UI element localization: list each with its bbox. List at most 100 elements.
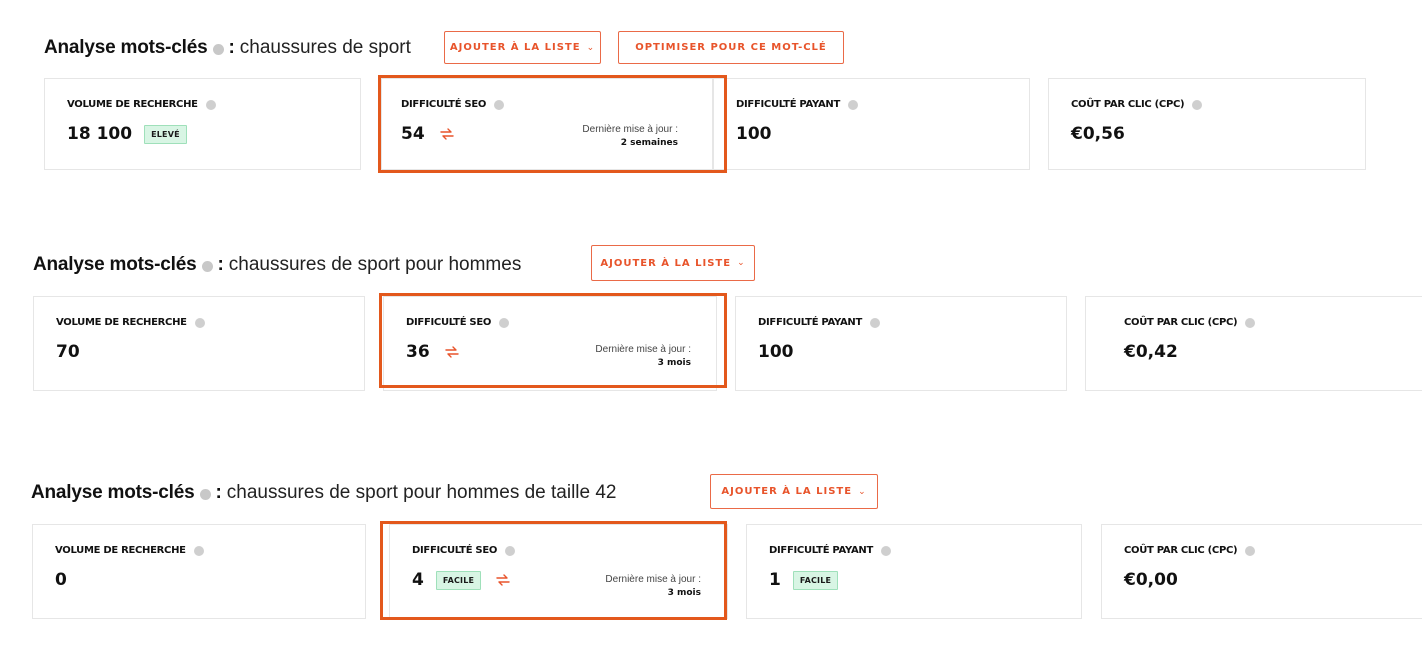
card-value: 100 <box>758 342 794 362</box>
section-header: Analyse mots-clés : chaussures de sport … <box>33 254 521 276</box>
card-label-text: VOLUME DE RECHERCHE <box>55 545 186 556</box>
card-value: 4 FACILE <box>412 570 511 590</box>
card-label: DIFFICULTÉ SEO <box>412 545 516 556</box>
card-value: 36 <box>406 342 460 362</box>
help-icon[interactable] <box>494 99 505 110</box>
last-updated-label: Dernière mise à jour : <box>582 124 678 135</box>
card-label-text: DIFFICULTÉ SEO <box>412 545 498 556</box>
volume-value: 70 <box>56 342 80 362</box>
seo-difficulty-card: DIFFICULTÉ SEO 36 Dernière mise à jour :… <box>383 296 717 391</box>
add-to-list-label: AJOUTER À LA LISTE <box>600 257 732 269</box>
last-updated-value: 3 mois <box>657 358 691 368</box>
add-to-list-button[interactable]: AJOUTER À LA LISTE ⌄ <box>710 474 878 509</box>
cpc-card: COÛT PAR CLIC (CPC) €0,00 <box>1101 524 1422 619</box>
section-header: Analyse mots-clés : chaussures de sport … <box>31 482 617 504</box>
add-to-list-button[interactable]: AJOUTER À LA LISTE ⌄ <box>591 245 755 281</box>
add-to-list-button[interactable]: AJOUTER À LA LISTE ⌄ <box>444 31 601 64</box>
keyword-text: chaussures de sport pour hommes de taill… <box>226 482 617 503</box>
help-icon[interactable] <box>870 317 881 328</box>
help-icon[interactable] <box>193 545 204 556</box>
refresh-icon[interactable] <box>444 345 460 359</box>
cpc-value: €0,42 <box>1124 342 1178 362</box>
keyword-text: chaussures de sport pour hommes <box>228 254 522 275</box>
card-value: 100 <box>736 124 772 144</box>
add-to-list-label: AJOUTER À LA LISTE <box>449 42 581 53</box>
help-icon[interactable] <box>848 99 859 110</box>
help-icon[interactable] <box>1245 545 1256 556</box>
last-updated-label: Dernière mise à jour : <box>605 574 701 585</box>
card-label-text: COÛT PAR CLIC (CPC) <box>1124 545 1238 556</box>
card-label-text: DIFFICULTÉ PAYANT <box>769 545 874 556</box>
chevron-down-icon: ⌄ <box>858 486 867 497</box>
search-volume-card: VOLUME DE RECHERCHE 18 100 ELEVÉ <box>44 78 361 170</box>
card-label-text: DIFFICULTÉ SEO <box>401 99 487 110</box>
card-label: DIFFICULTÉ PAYANT <box>769 545 892 556</box>
info-icon[interactable] <box>200 488 212 500</box>
help-icon[interactable] <box>205 99 216 110</box>
card-label-text: DIFFICULTÉ PAYANT <box>736 99 841 110</box>
seo-difficulty-card: DIFFICULTÉ SEO 54 Dernière mise à jour :… <box>381 78 713 170</box>
level-badge: FACILE <box>792 570 839 590</box>
card-label-text: DIFFICULTÉ SEO <box>406 317 492 328</box>
card-label: DIFFICULTÉ SEO <box>406 317 510 328</box>
paid-value: 100 <box>758 342 794 362</box>
seo-value: 4 <box>412 570 424 590</box>
card-label-text: COÛT PAR CLIC (CPC) <box>1071 99 1185 110</box>
section-title: Analyse mots-clés <box>31 482 195 503</box>
card-label: VOLUME DE RECHERCHE <box>67 99 216 110</box>
optimize-keyword-button[interactable]: OPTIMISER POUR CE MOT-CLÉ <box>618 31 844 64</box>
cpc-value: €0,00 <box>1124 570 1178 590</box>
last-updated-value: 3 mois <box>667 588 701 598</box>
volume-value: 0 <box>55 570 67 590</box>
card-label-text: VOLUME DE RECHERCHE <box>67 99 198 110</box>
search-volume-card: VOLUME DE RECHERCHE 70 <box>33 296 365 391</box>
card-label: DIFFICULTÉ PAYANT <box>736 99 859 110</box>
cpc-card: COÛT PAR CLIC (CPC) €0,42 <box>1085 296 1422 391</box>
title-colon: : <box>217 254 224 275</box>
info-icon[interactable] <box>213 43 225 55</box>
card-value: 0 <box>55 570 67 590</box>
title-colon: : <box>228 37 235 58</box>
card-value: 70 <box>56 342 80 362</box>
help-icon[interactable] <box>1245 317 1256 328</box>
level-badge: ELEVÉ <box>144 124 187 144</box>
card-value: 18 100 ELEVÉ <box>67 124 187 144</box>
help-icon[interactable] <box>499 317 510 328</box>
cpc-card: COÛT PAR CLIC (CPC) €0,56 <box>1048 78 1366 170</box>
refresh-icon[interactable] <box>439 127 455 141</box>
paid-difficulty-card: DIFFICULTÉ PAYANT 100 <box>713 78 1030 170</box>
last-updated-label: Dernière mise à jour : <box>595 344 691 355</box>
seo-value: 36 <box>406 342 430 362</box>
paid-value: 1 <box>769 570 781 590</box>
seo-difficulty-card: DIFFICULTÉ SEO 4 FACILE Dernière mise à j… <box>389 524 728 619</box>
card-value: €0,56 <box>1071 124 1125 144</box>
section-title: Analyse mots-clés <box>33 254 197 275</box>
card-label: DIFFICULTÉ SEO <box>401 99 505 110</box>
card-label: COÛT PAR CLIC (CPC) <box>1124 317 1256 328</box>
card-label: COÛT PAR CLIC (CPC) <box>1124 545 1256 556</box>
card-value: €0,42 <box>1124 342 1178 362</box>
help-icon[interactable] <box>1192 99 1203 110</box>
add-to-list-label: AJOUTER À LA LISTE <box>721 486 853 497</box>
help-icon[interactable] <box>505 545 516 556</box>
help-icon[interactable] <box>881 545 892 556</box>
card-label-text: DIFFICULTÉ PAYANT <box>758 317 863 328</box>
card-label: VOLUME DE RECHERCHE <box>56 317 205 328</box>
chevron-down-icon: ⌄ <box>586 42 596 53</box>
keyword-text: chaussures de sport <box>239 37 411 58</box>
title-colon: : <box>215 482 222 503</box>
paid-difficulty-card: DIFFICULTÉ PAYANT 1 FACILE <box>746 524 1082 619</box>
section-title: Analyse mots-clés <box>44 37 208 58</box>
last-updated: Dernière mise à jour : 2 semaines <box>582 123 678 150</box>
card-value: 1 FACILE <box>769 570 839 590</box>
chevron-down-icon: ⌄ <box>737 258 746 268</box>
info-icon[interactable] <box>202 260 214 272</box>
card-label: DIFFICULTÉ PAYANT <box>758 317 881 328</box>
help-icon[interactable] <box>194 317 205 328</box>
refresh-icon[interactable] <box>495 573 511 587</box>
paid-value: 100 <box>736 124 772 144</box>
volume-value: 18 100 <box>67 124 133 144</box>
seo-value: 54 <box>401 124 425 144</box>
card-label: VOLUME DE RECHERCHE <box>55 545 204 556</box>
search-volume-card: VOLUME DE RECHERCHE 0 <box>32 524 366 619</box>
